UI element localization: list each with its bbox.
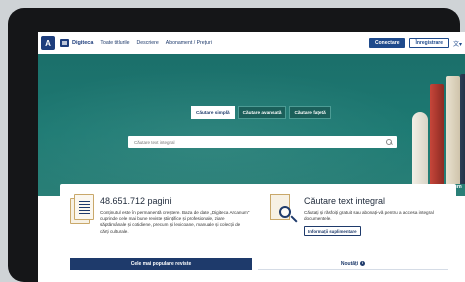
info-icon: i (360, 261, 366, 266)
tab-advanced-search[interactable]: Căutare avansată (237, 106, 287, 119)
search-bar (128, 136, 397, 148)
nav-actions: Conectare Înregistrare 文▾ (369, 38, 462, 48)
device-frame: A Digiteca Toate titlurile Descriere Abo… (8, 8, 465, 282)
books-image (396, 54, 465, 196)
book-white (412, 112, 428, 184)
brand-name[interactable]: Digiteca (72, 40, 93, 46)
nav-link-description[interactable]: Descriere (137, 40, 159, 46)
more-info-button[interactable]: Informații suplimentare (304, 226, 361, 236)
search-tabs: Căutare simplă Căutare avansată Căutare … (191, 106, 331, 119)
screen: A Digiteca Toate titlurile Descriere Abo… (38, 32, 465, 282)
tab-popular-magazines[interactable]: Cele mai populare reviste (70, 258, 252, 270)
book-cream (446, 76, 460, 184)
navbar: A Digiteca Toate titlurile Descriere Abo… (38, 32, 465, 54)
fulltext-description: Căutați și răsfoiți gratuit sau abonați-… (304, 210, 434, 222)
document-sheet-front (74, 194, 94, 220)
register-button[interactable]: Înregistrare (409, 38, 449, 48)
search-icon[interactable] (385, 138, 393, 146)
documents-icon (70, 194, 94, 228)
book-navy (460, 74, 465, 184)
translate-icon[interactable]: 文▾ (453, 39, 462, 48)
arcanum-logo[interactable]: A (41, 36, 55, 50)
page-count: 48.651.712 pagini (100, 196, 172, 206)
tab-news-label: Noutăți (340, 260, 359, 267)
info-panel: 48.651.712 pagini Conținutul este în per… (60, 184, 456, 282)
search-input[interactable] (128, 139, 385, 145)
fulltext-search-icon (270, 194, 298, 228)
hero-banner: Căutare simplă Căutare avansată Căutare … (38, 54, 465, 196)
page-count-description: Conținutul este în permanentă creștere. … (100, 210, 250, 234)
login-button[interactable]: Conectare (369, 38, 406, 48)
tab-facet-search[interactable]: Căutare fațetă (289, 106, 331, 119)
digiteca-icon (60, 39, 69, 47)
fulltext-title: Căutare text integral (304, 196, 386, 206)
book-red (430, 84, 444, 184)
tab-news[interactable]: Noutăți i (258, 258, 448, 270)
magnifier-handle (290, 215, 298, 223)
nav-link-subscription[interactable]: Abonament / Prețuri (166, 40, 212, 46)
nav-link-all-titles[interactable]: Toate titlurile (100, 40, 129, 46)
tab-simple-search[interactable]: Căutare simplă (191, 106, 235, 119)
